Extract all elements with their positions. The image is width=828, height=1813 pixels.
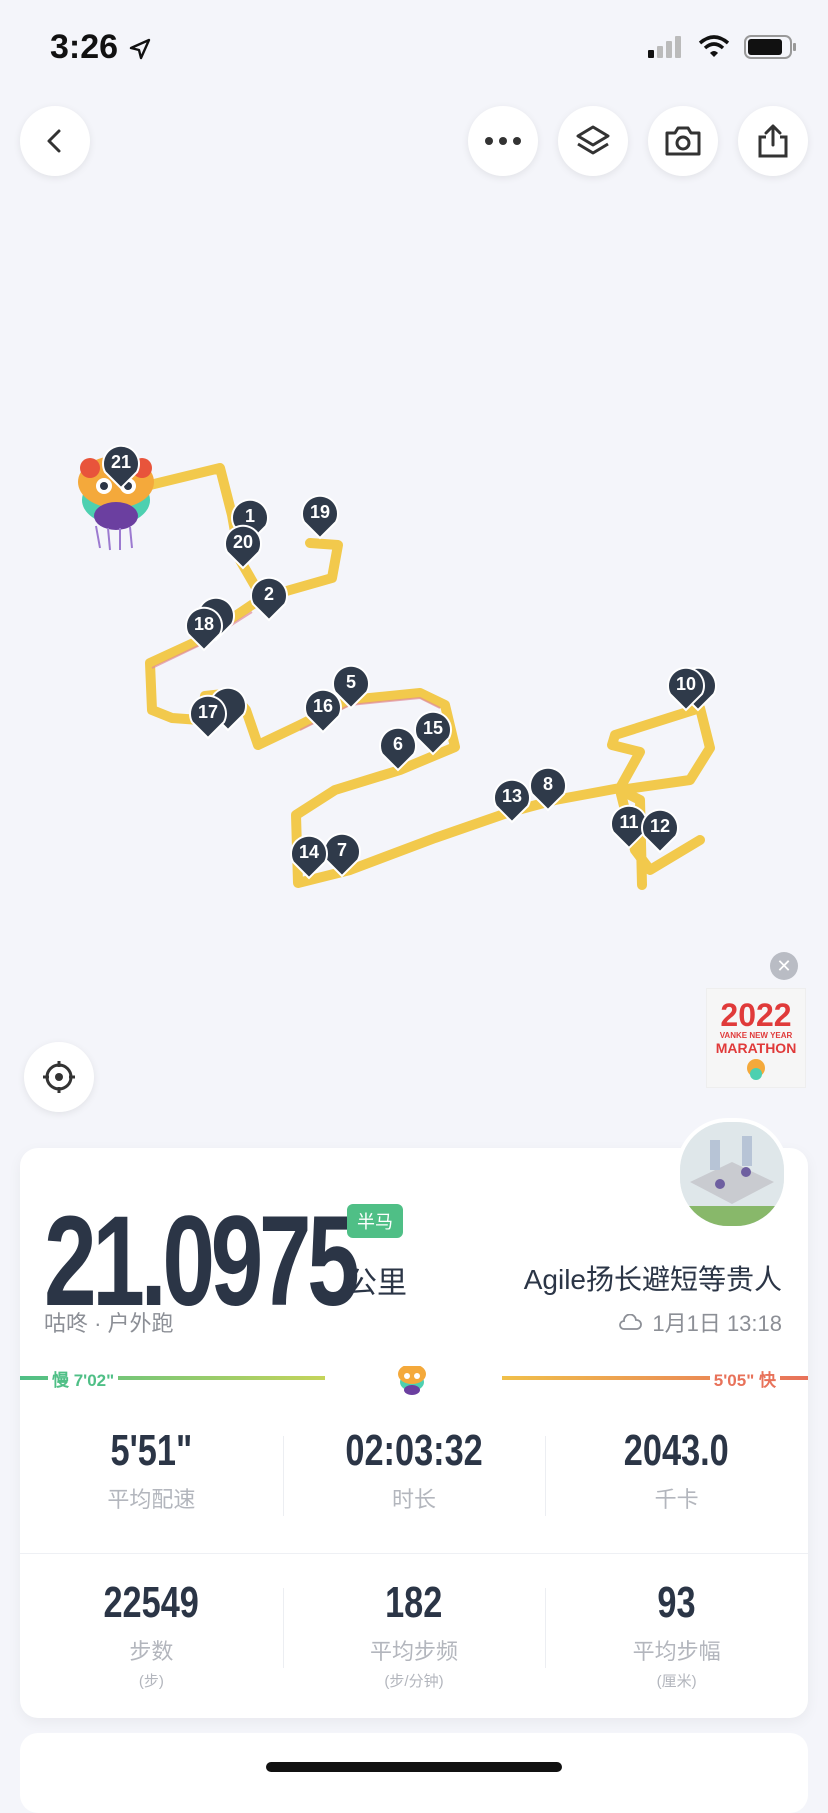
stat-value: 93	[657, 1578, 696, 1627]
avatar[interactable]	[676, 1118, 788, 1230]
cloud-icon	[619, 1314, 643, 1330]
km-label-16: 16	[313, 696, 333, 716]
stat-value: 182	[385, 1578, 443, 1627]
promo-line1: VANKE NEW YEAR	[719, 1031, 793, 1040]
stat-value: 5'51"	[110, 1426, 193, 1475]
chevron-left-icon	[47, 129, 61, 153]
next-card	[20, 1733, 808, 1813]
wifi-icon	[698, 35, 730, 57]
km-label-7: 7	[337, 840, 347, 860]
pace-range-bar	[20, 1366, 808, 1395]
km-label-1: 1	[245, 506, 255, 526]
username[interactable]: Agile扬长避短等贵人	[524, 1258, 782, 1298]
stat-duration: 02:03:32 时长	[282, 1426, 546, 1516]
pace-mascot-icon	[398, 1366, 426, 1395]
close-icon: ✕	[776, 955, 792, 976]
activity-source: 咕咚 · 户外跑	[44, 1311, 174, 1336]
km-marker-17: 17	[189, 694, 227, 740]
stat-label: 时长	[392, 1487, 437, 1512]
stat-stride: 93 平均步幅 (厘米)	[545, 1578, 808, 1691]
status-icons	[646, 34, 798, 60]
status-time-text: 3:26	[50, 28, 119, 66]
crosshair-icon	[43, 1061, 75, 1093]
activity-datetime: 1月1日 13:18	[618, 1306, 782, 1338]
km-label-13: 13	[502, 786, 522, 806]
route-map[interactable]: 1 19 20 2 18 5 16 17 6 15 10 8 13 11 12 …	[0, 180, 828, 1140]
km-label-12: 12	[650, 816, 670, 836]
km-marker-2: 2	[250, 576, 288, 622]
pace-slow-label: 慢 7'02"	[48, 1366, 119, 1391]
km-label-21: 21	[111, 452, 131, 472]
status-time: 3:26	[50, 28, 152, 67]
promo-mascot-icon	[747, 1059, 765, 1080]
camera-button[interactable]	[648, 106, 718, 176]
km-label-10: 10	[676, 674, 696, 694]
stat-unit: (步/分钟)	[384, 1673, 444, 1690]
km-label-8: 8	[543, 774, 553, 794]
cellular-signal-icon	[648, 36, 681, 58]
km-marker-12: 12	[641, 808, 679, 854]
km-marker-20: 20	[224, 524, 262, 570]
stat-value: 22549	[103, 1578, 200, 1627]
km-label-6: 6	[393, 734, 403, 754]
km-label-20: 20	[233, 532, 253, 552]
layers-icon	[576, 125, 610, 155]
stats-row-1: 5'51" 平均配速 02:03:32 时长 2043.0 千卡	[20, 1426, 808, 1516]
pace-fast-label: 5'05" 快	[709, 1366, 780, 1391]
stat-calories: 2043.0 千卡	[545, 1426, 808, 1516]
locate-button[interactable]	[24, 1042, 94, 1112]
more-button[interactable]	[468, 106, 538, 176]
stat-label: 步数	[129, 1639, 174, 1664]
location-arrow-icon	[129, 38, 150, 60]
km-label-2: 2	[264, 584, 274, 604]
home-indicator[interactable]	[266, 1762, 562, 1772]
distance-unit: 公里	[347, 1267, 407, 1300]
marathon-promo[interactable]: 2022 VANKE NEW YEAR MARATHON	[706, 988, 806, 1088]
layers-button[interactable]	[558, 106, 628, 176]
share-icon	[758, 124, 788, 158]
stat-value: 2043.0	[624, 1426, 730, 1475]
battery-icon	[744, 35, 796, 59]
stat-label: 平均步频	[370, 1639, 459, 1664]
km-marker-19: 19	[301, 494, 339, 540]
datetime-text: 1月1日 13:18	[652, 1311, 782, 1336]
stat-label: 平均配速	[107, 1487, 196, 1512]
camera-icon	[665, 126, 701, 156]
stat-steps: 22549 步数 (步)	[20, 1578, 283, 1691]
run-summary-card: 21.0975 半马 公里 咕咚 · 户外跑 Agile扬长避短等贵人 1月1日…	[20, 1118, 808, 1718]
avatar-image	[680, 1122, 784, 1226]
km-label-14: 14	[299, 842, 319, 862]
km-label-5: 5	[346, 672, 356, 692]
stats-row-2: 22549 步数 (步) 182 平均步频 (步/分钟) 93 平均步幅 (厘米…	[20, 1578, 808, 1691]
half-marathon-badge: 半马	[347, 1204, 403, 1238]
km-label-17: 17	[198, 702, 218, 722]
promo-close-button[interactable]: ✕	[770, 952, 798, 980]
km-label-19: 19	[310, 502, 330, 522]
stat-avg-pace: 5'51" 平均配速	[20, 1426, 283, 1514]
stat-label: 平均步幅	[632, 1639, 721, 1664]
row-divider	[20, 1553, 808, 1554]
promo-year: 2022	[720, 997, 792, 1033]
km-label-18: 18	[194, 614, 214, 634]
km-markers: 1 19 20 2 18 5 16 17 6 15 10 8 13 11 12 …	[185, 494, 717, 880]
stat-label: 千卡	[654, 1487, 699, 1512]
km-label-11: 11	[619, 812, 638, 832]
back-button[interactable]	[20, 106, 90, 176]
ellipsis-icon	[485, 137, 521, 145]
km-label-15: 15	[423, 718, 443, 738]
stat-value: 02:03:32	[345, 1426, 483, 1475]
share-button[interactable]	[738, 106, 808, 176]
stat-cadence: 182 平均步频 (步/分钟)	[282, 1578, 546, 1691]
stat-unit: (步)	[138, 1673, 164, 1690]
promo-line2: MARATHON	[715, 1040, 797, 1056]
stat-unit: (厘米)	[656, 1673, 697, 1690]
